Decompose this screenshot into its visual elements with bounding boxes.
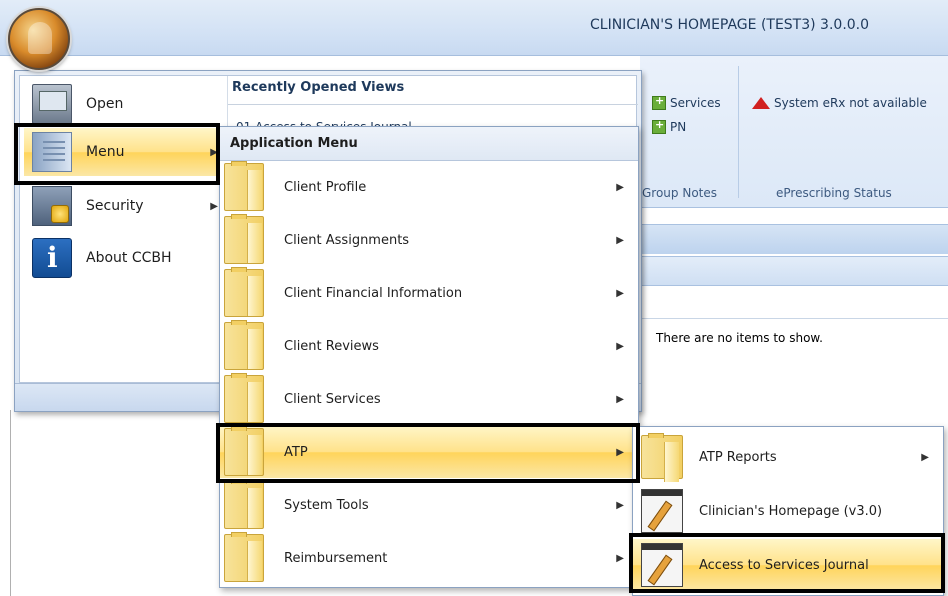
- folder-icon: [224, 479, 264, 529]
- orb-menu-label: Security: [86, 198, 144, 214]
- ribbon-services-label: Services: [670, 96, 721, 110]
- application-orb-button[interactable]: [8, 8, 70, 70]
- app-menu-label: System Tools: [284, 497, 369, 513]
- submenu-arrow-icon: ▶: [616, 499, 624, 511]
- orb-menu-item-security[interactable]: Security ▶: [24, 182, 224, 230]
- submenu-arrow-icon: ▶: [616, 287, 624, 299]
- submenu-arrow-icon: ▶: [210, 200, 218, 212]
- app-menu-label: Client Assignments: [284, 232, 410, 248]
- open-icon: [32, 84, 72, 124]
- folder-icon: [224, 267, 264, 317]
- app-menu-label: Client Profile: [284, 179, 367, 195]
- erx-status: System eRx not available: [752, 96, 927, 110]
- app-menu-item-client-assignments[interactable]: Client Assignments ▶: [220, 214, 638, 266]
- ribbon-services-button[interactable]: Services: [652, 94, 721, 110]
- form-icon: [641, 489, 683, 533]
- atp-menu-label: ATP Reports: [699, 449, 777, 465]
- form-icon: [641, 543, 683, 587]
- ribbon: Services PN System eRx not available Gro…: [640, 56, 948, 208]
- orb-menu-label: About CCBH: [86, 250, 172, 266]
- orb-menu-commands: Open Menu ▶ Security ▶ About CCBH: [20, 76, 228, 382]
- ribbon-pn-button[interactable]: PN: [652, 118, 687, 134]
- submenu-arrow-icon: ▶: [616, 340, 624, 352]
- folder-icon: [224, 532, 264, 582]
- app-menu-label: ATP: [284, 444, 308, 460]
- application-menu-header: Application Menu: [220, 127, 638, 161]
- empty-grid-message: There are no items to show.: [656, 331, 823, 345]
- app-menu-item-client-reviews[interactable]: Client Reviews ▶: [220, 320, 638, 372]
- app-menu-label: Client Financial Information: [284, 285, 463, 301]
- atp-submenu: ATP Reports ▶ Clinician's Homepage (v3.0…: [632, 426, 944, 596]
- about-icon: [32, 238, 72, 278]
- window-title: CLINICIAN'S HOMEPAGE (TEST3) 3.0.0.0: [590, 17, 870, 33]
- submenu-arrow-icon: ▶: [921, 451, 929, 463]
- security-icon: [32, 186, 72, 226]
- folder-icon: [641, 433, 683, 482]
- recent-views-header: Recently Opened Views: [232, 80, 405, 95]
- add-pn-icon: [652, 118, 666, 134]
- ribbon-separator: [738, 66, 739, 198]
- ribbon-pn-label: PN: [670, 120, 687, 134]
- orb-menu-item-open[interactable]: Open: [24, 80, 224, 128]
- atp-menu-label: Access to Services Journal: [699, 557, 869, 573]
- orb-menu-label: Open: [86, 96, 124, 112]
- view-header-bar: [640, 224, 948, 254]
- title-bar: CLINICIAN'S HOMEPAGE (TEST3) 3.0.0.0: [0, 0, 948, 56]
- folder-icon: [224, 426, 264, 476]
- menu-icon: [32, 132, 72, 172]
- atp-menu-label: Clinician's Homepage (v3.0): [699, 503, 883, 519]
- eprescribing-status-label: ePrescribing Status: [776, 186, 892, 200]
- window-edge: [10, 410, 11, 596]
- submenu-arrow-icon: ▶: [616, 552, 624, 564]
- app-menu-label: Reimbursement: [284, 550, 388, 566]
- app-menu-item-atp[interactable]: ATP ▶: [220, 426, 638, 478]
- submenu-arrow-icon: ▶: [616, 393, 624, 405]
- folder-icon: [224, 214, 264, 264]
- submenu-arrow-icon: ▶: [616, 234, 624, 246]
- folder-icon: [224, 373, 264, 423]
- orb-menu-item-menu[interactable]: Menu ▶: [24, 128, 224, 176]
- app-menu-item-reimbursement[interactable]: Reimbursement ▶: [220, 532, 638, 584]
- atp-menu-item-clinicians-homepage[interactable]: Clinician's Homepage (v3.0): [633, 485, 943, 537]
- submenu-arrow-icon: ▶: [210, 146, 218, 158]
- application-submenu: Application Menu Client Profile ▶ Client…: [219, 126, 639, 588]
- app-menu-item-client-services[interactable]: Client Services ▶: [220, 373, 638, 425]
- group-notes-label: Group Notes: [642, 186, 718, 200]
- erx-status-text: System eRx not available: [774, 96, 927, 110]
- submenu-arrow-icon: ▶: [616, 446, 624, 458]
- submenu-arrow-icon: ▶: [616, 181, 624, 193]
- app-menu-item-client-financial[interactable]: Client Financial Information ▶: [220, 267, 638, 319]
- atp-menu-item-reports[interactable]: ATP Reports ▶: [633, 431, 943, 483]
- view-toolbar: [640, 256, 948, 286]
- recent-divider: [228, 104, 638, 105]
- app-menu-label: Client Services: [284, 391, 381, 407]
- erx-warning-icon: [752, 97, 770, 109]
- app-menu-label: Client Reviews: [284, 338, 379, 354]
- orb-menu-label: Menu: [86, 144, 125, 160]
- app-menu-item-client-profile[interactable]: Client Profile ▶: [220, 161, 638, 213]
- app-menu-item-system-tools[interactable]: System Tools ▶: [220, 479, 638, 531]
- folder-icon: [224, 320, 264, 370]
- add-service-icon: [652, 94, 666, 110]
- orb-menu-item-about[interactable]: About CCBH: [24, 234, 224, 282]
- folder-icon: [224, 161, 264, 211]
- atp-menu-item-access-to-services-journal[interactable]: Access to Services Journal: [633, 539, 943, 591]
